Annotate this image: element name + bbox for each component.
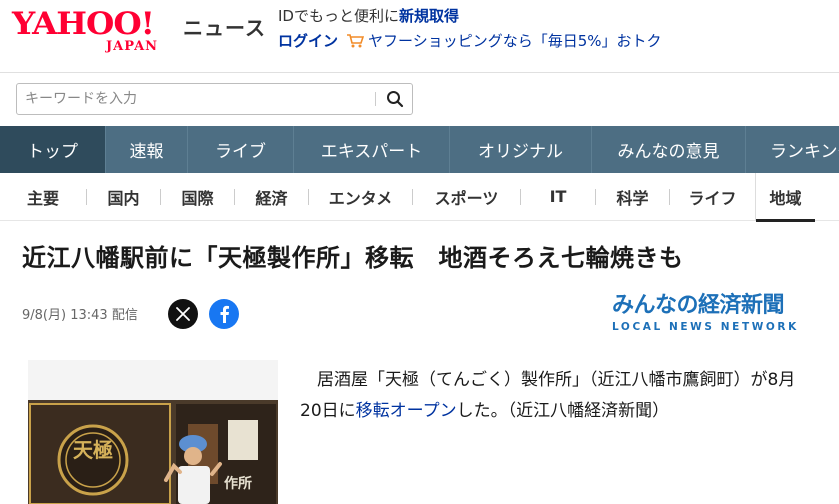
relocation-link[interactable]: 移転オープン: [356, 401, 457, 421]
logo-yahoo-text: YAHOO!: [12, 6, 155, 42]
share-facebook-button[interactable]: [209, 299, 239, 329]
subnav-domestic[interactable]: 国内: [87, 173, 160, 221]
article-lead-text-end: した。（近江八幡経済新聞）: [456, 401, 670, 421]
nav-original[interactable]: オリジナル: [450, 126, 592, 173]
nav-breaking[interactable]: 速報: [106, 126, 188, 173]
delivery-label: 配信: [111, 308, 138, 323]
facebook-logo-icon: [220, 305, 229, 323]
search-button[interactable]: [381, 86, 409, 112]
article-meta: 9/8(月) 13:43 配信: [22, 304, 138, 323]
logo-japan-text: JAPAN: [106, 39, 159, 54]
subnav-international[interactable]: 国際: [161, 173, 234, 221]
search-box: [16, 83, 413, 115]
x-logo-icon: [176, 307, 190, 321]
id-promo-text: IDでもっと便利に: [278, 7, 399, 25]
category-nav: 主要 国内 国際 経済 エンタメ スポーツ IT 科学 ライフ 地域: [0, 172, 839, 222]
share-x-button[interactable]: [168, 299, 198, 329]
nav-opinions[interactable]: みんなの意見: [592, 126, 746, 173]
search-input[interactable]: [17, 84, 367, 114]
article-headline: 近江八幡駅前に「天極製作所」移転 地酒そろえ七輪焼きも: [22, 244, 684, 272]
subnav-main[interactable]: 主要: [0, 173, 86, 221]
shop-sign-text: 天極: [73, 438, 113, 462]
login-link[interactable]: ログイン: [278, 30, 338, 51]
subnav-sports[interactable]: スポーツ: [413, 173, 520, 221]
search-separator: [375, 92, 376, 106]
nav-expert[interactable]: エキスパート: [294, 126, 450, 173]
subnav-life[interactable]: ライフ: [670, 173, 755, 221]
shopping-cart-icon: [346, 33, 365, 49]
nav-live[interactable]: ライブ: [188, 126, 294, 173]
shop-name-text: 作所: [224, 475, 252, 492]
id-promo: IDでもっと便利に新規取得: [278, 5, 459, 26]
site-header: YAHOO! JAPAN ニュース IDでもっと便利に新規取得 ログイン ヤフー…: [0, 0, 839, 72]
news-service-label[interactable]: ニュース: [183, 12, 266, 41]
nav-ranking[interactable]: ランキング: [746, 126, 839, 173]
subnav-local[interactable]: 地域: [755, 172, 815, 222]
main-nav: トップ 速報 ライブ エキスパート オリジナル みんなの意見 ランキング: [0, 126, 839, 173]
publisher-subtitle: LOCAL NEWS NETWORK: [612, 321, 799, 333]
nav-top[interactable]: トップ: [0, 126, 106, 173]
publisher-name: みんなの経済新聞: [612, 293, 785, 318]
publisher-logo[interactable]: みんなの経済新聞 LOCAL NEWS NETWORK: [612, 294, 820, 334]
article-datetime: 9/8(月) 13:43: [22, 308, 108, 323]
login-shopping-row: ログイン ヤフーショッピングなら「毎日5%」おトク: [278, 30, 662, 51]
shopping-promo-link[interactable]: ヤフーショッピングなら「毎日5%」おトク: [368, 30, 662, 51]
subnav-economy[interactable]: 経済: [235, 173, 308, 221]
article-photo[interactable]: 天極 作所: [28, 360, 278, 504]
subnav-entertainment[interactable]: エンタメ: [309, 173, 412, 221]
search-icon: [387, 91, 404, 108]
register-link[interactable]: 新規取得: [399, 7, 459, 25]
subnav-it[interactable]: IT: [521, 173, 595, 221]
header-divider: [0, 72, 839, 73]
yahoo-japan-logo[interactable]: YAHOO! JAPAN: [12, 6, 182, 54]
subnav-science[interactable]: 科学: [596, 173, 669, 221]
article-lead: 居酒屋「天極（てんごく）製作所」（近江八幡市鷹飼町）が8月20日に移転オープンし…: [300, 365, 810, 427]
